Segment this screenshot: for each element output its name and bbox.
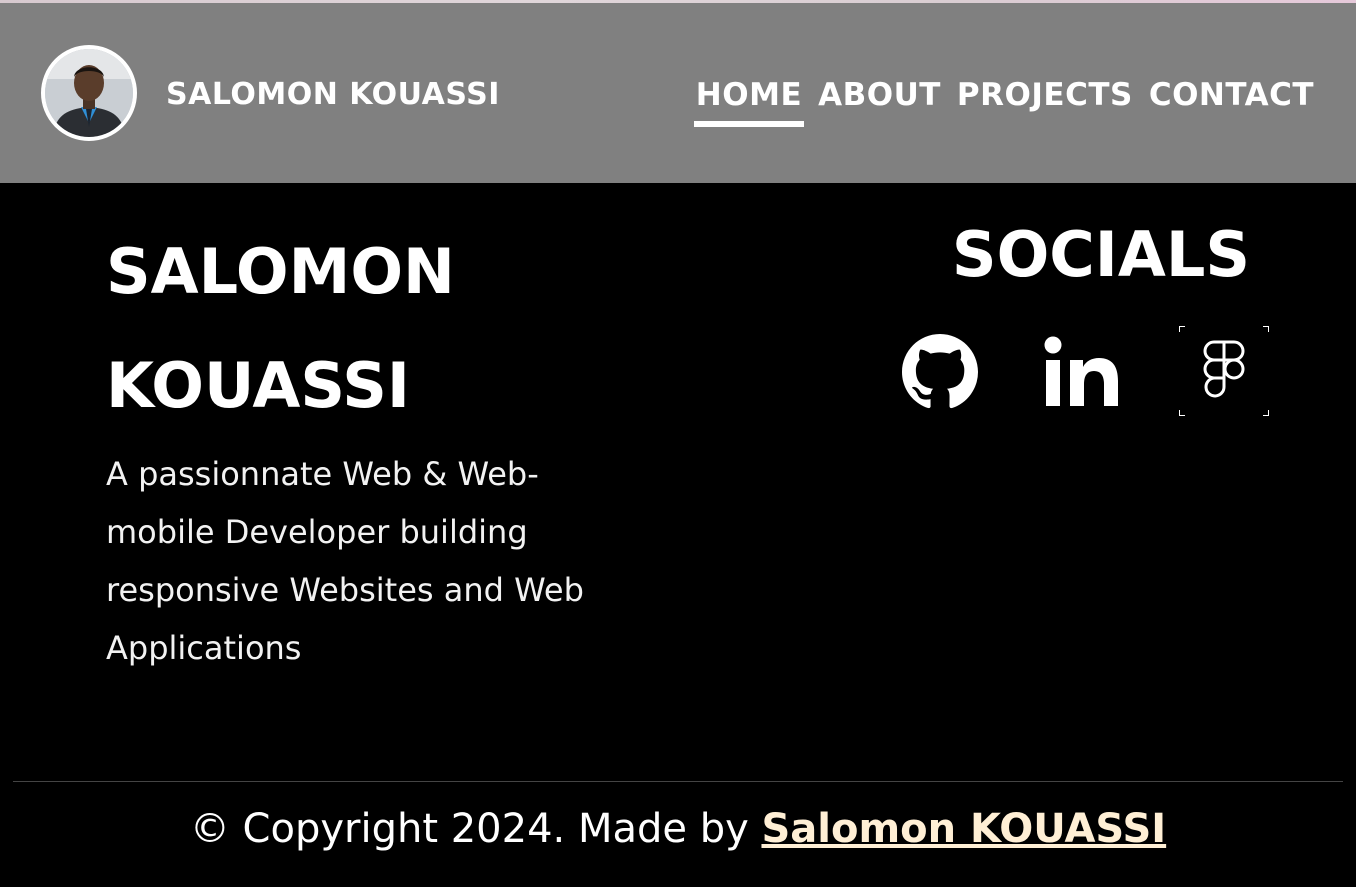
hero-name-line1: SALOMON [106,235,455,308]
avatar-image [45,49,133,137]
hero-name-line2: KOUASSI [106,349,410,422]
nav-contact[interactable]: CONTACT [1149,77,1314,123]
nav-home[interactable]: HOME [693,77,805,127]
hero-section: SALOMON KOUASSI A passionnate Web & Web-… [0,183,1356,781]
brand-name[interactable]: SALOMON KOUASSI [166,77,500,112]
github-icon[interactable] [902,334,978,410]
nav-about[interactable]: ABOUT [818,77,941,123]
main-nav: HOME ABOUT PROJECTS CONTACT [693,77,1314,127]
hero-description: A passionnate Web & Web-mobile Developer… [106,455,584,667]
site-footer: © Copyright 2024. Made by Salomon KOUASS… [0,806,1356,852]
site-header: SALOMON KOUASSI HOME ABOUT PROJECTS CONT… [0,3,1356,183]
footer-author-link[interactable]: Salomon KOUASSI [761,806,1166,852]
socials-title: SOCIALS [951,218,1250,291]
footer-divider [13,781,1343,782]
figma-icon[interactable] [1178,325,1270,417]
copyright-text: © Copyright 2024. Made by [189,806,762,852]
social-icons [900,325,1270,418]
hero-name: SALOMON KOUASSI [106,215,606,443]
linkedin-icon[interactable] [1042,336,1122,408]
nav-projects[interactable]: PROJECTS [957,77,1133,123]
avatar [41,45,137,141]
